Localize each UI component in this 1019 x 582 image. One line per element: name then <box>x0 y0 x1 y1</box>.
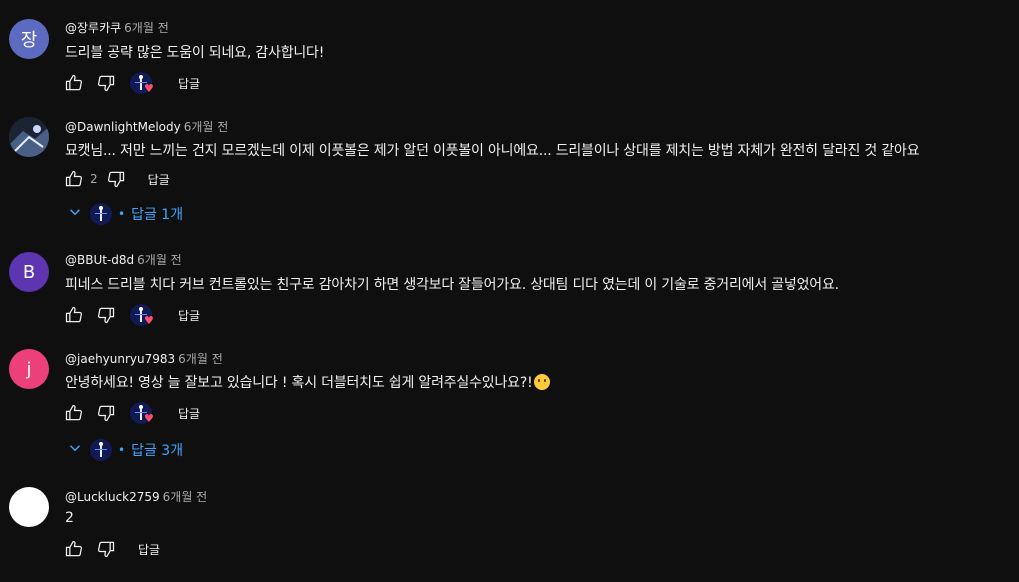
comment-text: 묘캣님... 저만 느끼는 건지 모르겠는데 이제 이픗볼은 제가 알던 이픗볼… <box>65 143 920 159</box>
creator-avatar <box>90 439 112 461</box>
comment-thread: @DawnlightMelody 6개월 전 묘캣님... 저만 느끼는 건지 모… <box>0 100 1019 240</box>
comment-text-body: 안녕하세요! 영상 늘 잘보고 있습니다 ! 혹시 더블터치도 쉽게 알려주실수… <box>65 375 533 391</box>
comment-time[interactable]: 6개월 전 <box>178 352 223 366</box>
comment-actions: 2 답글 <box>62 167 170 191</box>
dislike-button[interactable] <box>104 167 128 191</box>
comment-actions: ♥ 답글 <box>62 303 200 327</box>
dislike-button[interactable] <box>94 303 118 327</box>
comment-text: 2 <box>65 510 74 526</box>
author-name[interactable]: @jaehyunryu7983 <box>65 352 175 366</box>
comment-time[interactable]: 6개월 전 <box>124 21 169 35</box>
creator-heart-badge: ♥ <box>130 303 158 327</box>
replies-count: 답글 3개 <box>131 443 184 459</box>
view-replies-button[interactable]: • 답글 1개 <box>66 202 183 226</box>
creator-avatar <box>90 203 112 225</box>
comment-time[interactable]: 6개월 전 <box>184 120 229 134</box>
author-name[interactable]: @Luckluck2759 <box>65 490 160 504</box>
author-name[interactable]: @장루카쿠 <box>65 21 121 35</box>
avatar[interactable] <box>9 487 49 527</box>
comment-actions: ♥ 답글 <box>62 71 200 95</box>
heart-icon: ♥ <box>144 314 154 327</box>
comment-thread: B @BBUt-d8d 6개월 전 피네스 드리블 치다 커브 컨트롤있는 친구로… <box>0 240 1019 340</box>
dislike-button[interactable] <box>94 537 118 561</box>
comment-thread: 장 @장루카쿠 6개월 전 드리블 공략 많은 도움이 되네요, 감사합니다! ♥… <box>0 0 1019 100</box>
worried-face-emoji <box>534 374 551 390</box>
like-button[interactable] <box>62 71 86 95</box>
replies-count: 답글 1개 <box>131 207 184 223</box>
thumb-up-icon <box>65 404 82 421</box>
dislike-button[interactable] <box>94 401 118 425</box>
thumb-down-icon <box>98 307 115 324</box>
avatar[interactable] <box>9 117 49 157</box>
chevron-down-icon <box>66 439 84 461</box>
comment-header: @BBUt-d8d 6개월 전 <box>65 251 182 268</box>
comment-thread: @Luckluck2759 6개월 전 2 답글 <box>0 470 1019 582</box>
like-count: 2 <box>90 172 98 186</box>
reply-button[interactable]: 답글 <box>178 75 200 92</box>
thumb-up-icon <box>65 170 82 187</box>
comment-header: @Luckluck2759 6개월 전 <box>65 488 207 505</box>
comment-text: 드리블 공략 많은 도움이 되네요, 감사합니다! <box>65 45 325 61</box>
comment-thread: j @jaehyunryu7983 6개월 전 안녕하세요! 영상 늘 잘보고 있… <box>0 340 1019 470</box>
author-name[interactable]: @BBUt-d8d <box>65 253 134 267</box>
comment-time[interactable]: 6개월 전 <box>163 490 208 504</box>
like-button[interactable] <box>62 167 86 191</box>
like-button[interactable] <box>62 303 86 327</box>
comment-header: @DawnlightMelody 6개월 전 <box>65 118 228 135</box>
heart-icon: ♥ <box>144 82 154 95</box>
thumb-down-icon <box>98 405 115 422</box>
avatar[interactable]: 장 <box>9 19 49 59</box>
view-replies-button[interactable]: • 답글 3개 <box>66 438 183 462</box>
comment-actions: 답글 <box>62 537 160 561</box>
comment-text: 피네스 드리블 치다 커브 컨트롤있는 친구로 감아차기 하면 생각보다 잘들어… <box>65 277 839 293</box>
comment-text: 안녕하세요! 영상 늘 잘보고 있습니다 ! 혹시 더블터치도 쉽게 알려주실수… <box>65 372 551 392</box>
reply-button[interactable]: 답글 <box>148 171 170 188</box>
profile-image <box>9 117 49 157</box>
thumb-up-icon <box>65 74 82 91</box>
avatar[interactable]: j <box>9 349 49 389</box>
thumb-up-icon <box>65 540 82 557</box>
thumb-down-icon <box>98 75 115 92</box>
separator-dot: • <box>118 207 126 221</box>
thumb-down-icon <box>98 541 115 558</box>
thumb-down-icon <box>107 171 124 188</box>
chevron-down-icon <box>66 203 84 225</box>
heart-icon: ♥ <box>144 412 154 425</box>
creator-heart-badge: ♥ <box>130 401 158 425</box>
comment-header: @장루카쿠 6개월 전 <box>65 19 169 36</box>
like-button[interactable] <box>62 401 86 425</box>
creator-heart-badge: ♥ <box>130 71 158 95</box>
thumb-up-icon <box>65 306 82 323</box>
author-name[interactable]: @DawnlightMelody <box>65 120 181 134</box>
comment-time[interactable]: 6개월 전 <box>137 253 182 267</box>
comment-actions: ♥ 답글 <box>62 401 200 425</box>
separator-dot: • <box>118 443 126 457</box>
dislike-button[interactable] <box>94 71 118 95</box>
reply-button[interactable]: 답글 <box>178 307 200 324</box>
like-button[interactable] <box>62 537 86 561</box>
avatar[interactable]: B <box>9 252 49 292</box>
reply-button[interactable]: 답글 <box>138 541 160 558</box>
reply-button[interactable]: 답글 <box>178 405 200 422</box>
comment-header: @jaehyunryu7983 6개월 전 <box>65 350 223 367</box>
